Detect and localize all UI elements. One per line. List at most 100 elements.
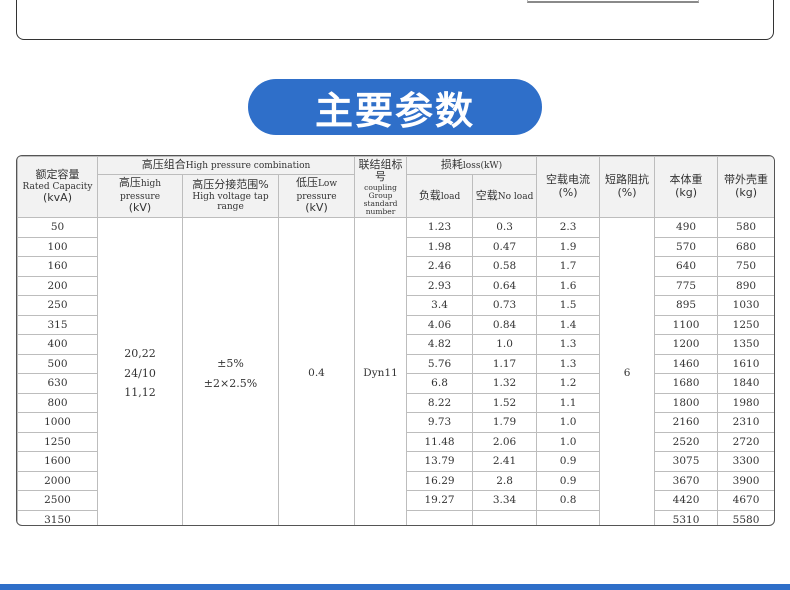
cell-current: 1.5 bbox=[536, 295, 601, 316]
cell-shell-weight: 2310 bbox=[717, 412, 774, 433]
cell-shell-weight: 890 bbox=[717, 275, 774, 296]
cell-capacity: 315 bbox=[17, 314, 98, 335]
cell-hp-merged: 20,22 24/10 11,12 bbox=[97, 217, 183, 525]
section-title-banner: 主要参数 bbox=[248, 79, 542, 135]
cell-noload: 1.17 bbox=[472, 353, 538, 374]
header-group-en2: Group standard number bbox=[363, 190, 398, 216]
cell-current: 2.3 bbox=[536, 217, 601, 238]
cell-load: 4.06 bbox=[406, 314, 474, 335]
header-imp-unit: (%) bbox=[617, 186, 637, 199]
cell-current: 0.9 bbox=[536, 470, 601, 491]
header-tap-cn: 高压分接范围% bbox=[192, 178, 269, 192]
cell-load: 2.93 bbox=[406, 275, 474, 296]
cell-noload: 2.41 bbox=[472, 451, 538, 472]
cell-body-weight: 4420 bbox=[654, 490, 719, 511]
cell-shell-weight: 1250 bbox=[717, 314, 774, 335]
parameter-table: 额定容量 Rated Capacity (kvA) 高压组合High press… bbox=[17, 156, 774, 525]
header-lv-cn: 低压 bbox=[295, 176, 318, 190]
cell-load: 19.27 bbox=[406, 490, 474, 511]
cell-capacity: 100 bbox=[17, 236, 98, 257]
header-current-unit: (%) bbox=[558, 186, 578, 199]
header-group: 联结组标号 coupling Group standard number bbox=[354, 156, 408, 218]
cell-shell-weight: 5580 bbox=[717, 509, 774, 525]
cell-shell-weight: 4670 bbox=[717, 490, 774, 511]
header-lv-unit: (kV) bbox=[305, 201, 328, 215]
cell-noload: 2.06 bbox=[472, 431, 538, 452]
header-hp: 高压high pressure (kV) bbox=[97, 174, 183, 218]
header-loss: 损耗loss(kW) bbox=[406, 156, 538, 175]
cell-body-weight: 895 bbox=[654, 295, 719, 316]
cell-capacity: 1600 bbox=[17, 451, 98, 472]
cell-load: 6.8 bbox=[406, 373, 474, 394]
cell-body-weight: 5310 bbox=[654, 509, 719, 525]
header-noload-current: 空载电流 (%) bbox=[536, 156, 601, 218]
header-load: 负载load bbox=[406, 174, 474, 218]
cell-load bbox=[406, 509, 474, 525]
cell-shell-weight: 1350 bbox=[717, 334, 774, 355]
cell-capacity: 50 bbox=[17, 217, 98, 238]
header-hp-cn: 高压 bbox=[118, 176, 141, 190]
cell-current: 1.0 bbox=[536, 412, 601, 433]
cell-noload: 0.64 bbox=[472, 275, 538, 296]
section-title: 主要参数 bbox=[314, 88, 475, 133]
cell-noload: 0.73 bbox=[472, 295, 538, 316]
cell-noload: 3.34 bbox=[472, 490, 538, 511]
header-load-cn: 负载 bbox=[418, 188, 441, 202]
hp-value: 24/10 bbox=[124, 366, 156, 380]
cell-body-weight: 640 bbox=[654, 256, 719, 277]
header-hp-combination: 高压组合High pressure combination bbox=[96, 156, 356, 175]
cell-current: 1.6 bbox=[536, 275, 601, 296]
cell-body-weight: 3075 bbox=[654, 451, 719, 472]
cell-load: 9.73 bbox=[406, 412, 474, 433]
cell-noload: 1.52 bbox=[472, 392, 538, 413]
cell-capacity: 630 bbox=[17, 373, 98, 394]
header-body-unit: (kg) bbox=[675, 186, 698, 199]
cell-shell-weight: 580 bbox=[717, 217, 774, 238]
cell-shell-weight: 2720 bbox=[717, 431, 774, 452]
cell-capacity: 1250 bbox=[17, 431, 98, 452]
cell-lv-merged: 0.4 bbox=[277, 217, 356, 525]
cell-load: 5.76 bbox=[406, 353, 474, 374]
cell-shell-weight: 1980 bbox=[717, 392, 774, 413]
header-shell-unit: (kg) bbox=[735, 186, 758, 199]
cell-current: 0.8 bbox=[536, 490, 601, 511]
cell-current: 1.4 bbox=[536, 314, 601, 335]
table-row: 50 20,22 24/10 11,12 ±5% ±2×2.5% 0.4 Dyn… bbox=[17, 217, 774, 525]
cell-body-weight: 1200 bbox=[654, 334, 719, 355]
header-body-weight: 本体重 (kg) bbox=[654, 156, 719, 218]
cell-noload: 2.8 bbox=[472, 470, 538, 491]
cell-impedance-merged: 6 bbox=[599, 217, 656, 525]
cell-body-weight: 3670 bbox=[654, 470, 719, 491]
cell-current: 0.9 bbox=[536, 451, 601, 472]
tap-value: ±2×2.5% bbox=[203, 376, 258, 390]
cell-capacity: 500 bbox=[17, 353, 98, 374]
hp-value: 11,12 bbox=[124, 386, 156, 400]
cell-shell-weight: 1610 bbox=[717, 353, 774, 374]
header-shell-weight: 带外壳重 (kg) bbox=[717, 156, 774, 218]
header-noload-en: No load bbox=[497, 191, 534, 202]
header-lv: 低压Low pressure (kV) bbox=[277, 174, 356, 218]
header-noload: 空载No load bbox=[472, 174, 538, 218]
parameter-table-wrap: 额定容量 Rated Capacity (kvA) 高压组合High press… bbox=[16, 155, 775, 526]
cell-current: 1.7 bbox=[536, 256, 601, 277]
header-tap-range: 高压分接范围% High voltage tap range bbox=[182, 174, 279, 218]
cell-capacity: 200 bbox=[17, 275, 98, 296]
cell-capacity: 800 bbox=[17, 392, 98, 413]
cell-load: 4.82 bbox=[406, 334, 474, 355]
cell-shell-weight: 750 bbox=[717, 256, 774, 277]
cell-noload: 0.84 bbox=[472, 314, 538, 335]
header-load-en: load bbox=[440, 191, 461, 202]
table-body: 50 20,22 24/10 11,12 ±5% ±2×2.5% 0.4 Dyn… bbox=[17, 217, 774, 525]
header-hp-combo-en: High pressure combination bbox=[185, 161, 311, 172]
cell-capacity: 2000 bbox=[17, 470, 98, 491]
header-rated-cn: 额定容量 bbox=[35, 168, 80, 182]
cell-load: 16.29 bbox=[406, 470, 474, 491]
cell-noload: 1.0 bbox=[472, 334, 538, 355]
cell-current: 1.1 bbox=[536, 392, 601, 413]
cell-shell-weight: 3900 bbox=[717, 470, 774, 491]
header-hp-combo-cn: 高压组合 bbox=[141, 158, 186, 172]
cell-capacity: 400 bbox=[17, 334, 98, 355]
cell-load: 13.79 bbox=[406, 451, 474, 472]
cell-body-weight: 570 bbox=[654, 236, 719, 257]
cell-load: 8.22 bbox=[406, 392, 474, 413]
